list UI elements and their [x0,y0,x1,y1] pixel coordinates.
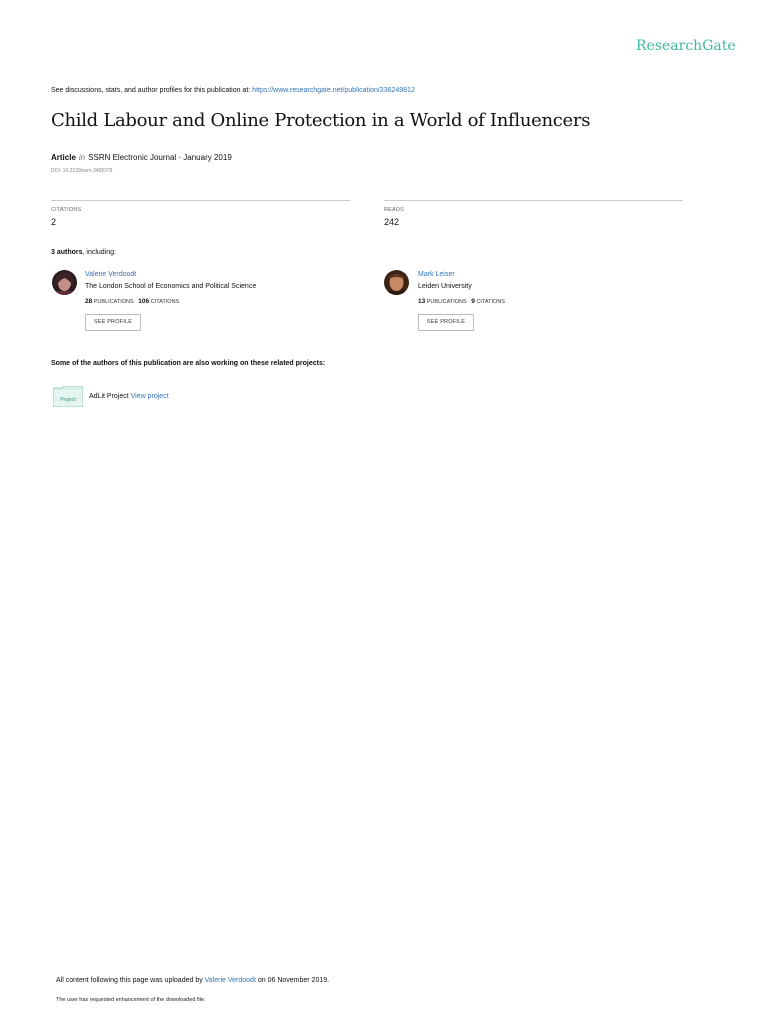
author-institution: The London School of Economics and Polit… [85,283,257,290]
citations-count-label: CITATIONS [150,299,180,305]
uploader-link[interactable]: Valerie Verdoodt [205,977,256,984]
page-title: Child Labour and Online Protection in a … [51,110,591,131]
author-stats: 13 PUBLICATIONS 9 CITATIONS [418,298,505,305]
publication-link[interactable]: https://www.researchgate.net/publication… [252,87,415,94]
author-photo-icon [384,270,409,295]
journal-info: SSRN Electronic Journal · January 2019 [88,153,232,162]
related-projects-heading: Some of the authors of this publication … [51,360,326,367]
authors-count: 3 authors [51,249,83,256]
in-label: in [78,153,86,162]
publications-count: 13 [418,298,426,305]
upload-notice: All content following this page was uplo… [56,977,329,984]
doi: DOI: 10.2139/ssrn.3458379 [51,168,113,174]
project-name: AdLit Project [89,393,129,400]
reads-value: 242 [384,217,400,227]
project-folder-icon[interactable]: Project [52,385,84,408]
see-profile-button[interactable]: SEE PROFILE [418,314,474,331]
view-project-link[interactable]: View project [131,393,169,400]
researchgate-logo[interactable]: ResearchGate [636,38,736,54]
citations-value: 2 [51,217,57,227]
citations-count-label: CITATIONS [476,299,505,305]
see-profile-button[interactable]: SEE PROFILE [85,314,141,331]
author-photo-icon [52,270,77,295]
discussion-line: See discussions, stats, and author profi… [51,87,415,94]
reads-label: READS [384,207,404,213]
upload-prefix: All content following this page was uplo… [56,977,205,984]
citations-divider [51,200,350,201]
author-avatar[interactable] [52,270,77,295]
discussion-prefix: See discussions, stats, and author profi… [51,87,253,94]
citations-count: 106 [138,298,150,305]
author-name[interactable]: Mark Leiser [418,271,455,278]
publications-count: 28 [85,298,93,305]
citations-label: CITATIONS [51,207,82,213]
publications-label: PUBLICATIONS [93,299,134,305]
enhancement-note: The user has requested enhancement of th… [56,997,206,1003]
author-stats: 28 PUBLICATIONS 106 CITATIONS [85,298,179,305]
publication-meta: Article in SSRN Electronic Journal · Janua… [51,153,232,162]
citations-count: 9 [471,298,475,305]
project-icon-label: Project [60,397,76,403]
author-name[interactable]: Valerie Verdoodt [85,271,136,278]
reads-divider [384,200,683,201]
publications-label: PUBLICATIONS [426,299,467,305]
article-type: Article [51,153,76,162]
author-institution: Leiden University [418,283,472,290]
upload-suffix: on 06 November 2019. [255,977,330,984]
authors-heading: 3 authors, including: [51,249,116,256]
authors-suffix: , including: [82,249,116,256]
author-avatar[interactable] [384,270,409,295]
project-entry: AdLit Project View project [89,393,169,400]
